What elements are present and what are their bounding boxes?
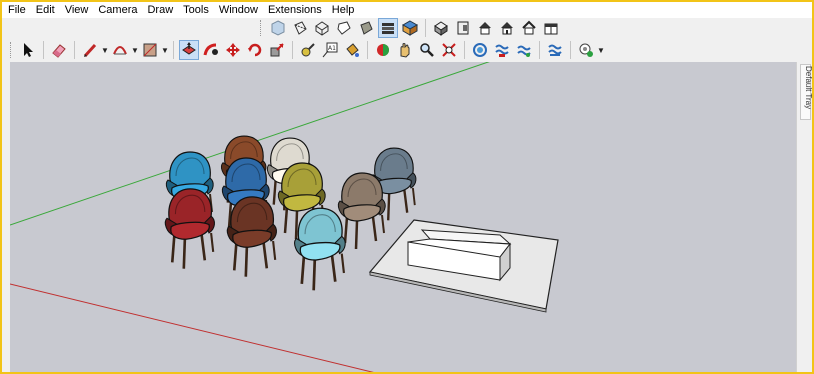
svg-text:A1: A1 (328, 45, 336, 52)
cyan-chair[interactable] (294, 207, 346, 291)
wireframe-icon[interactable] (312, 18, 332, 38)
toolbar-separator (464, 41, 465, 59)
geo-location-dropdown-icon[interactable]: ▼ (597, 40, 605, 60)
left-view-icon[interactable] (541, 18, 561, 38)
menu-tools[interactable]: Tools (177, 2, 213, 18)
menu-file[interactable]: File (2, 2, 30, 18)
zoom-icon[interactable] (417, 40, 437, 60)
default-tray-label: Default Tray (804, 66, 813, 110)
toolbar-separator (292, 41, 293, 59)
toolbar-separator (173, 41, 174, 59)
select-icon[interactable] (18, 40, 38, 60)
left-edge-strip (2, 62, 10, 372)
rotate-icon[interactable] (245, 40, 265, 60)
monochrome-icon[interactable] (400, 18, 420, 38)
layout-icon[interactable] (514, 40, 534, 60)
rectangle-icon[interactable] (140, 40, 160, 60)
red-chair[interactable] (164, 188, 215, 269)
xray-icon[interactable] (268, 18, 288, 38)
iso-view-icon[interactable] (431, 18, 451, 38)
main-toolbar: ▼ ▼ ▼ A1 ▼ (2, 38, 812, 63)
top-view-icon[interactable] (453, 18, 473, 38)
text-icon[interactable]: A1 (320, 40, 340, 60)
orbit-icon[interactable] (373, 40, 393, 60)
follow-me-icon[interactable] (201, 40, 221, 60)
toolbar-separator (570, 41, 571, 59)
arc-icon[interactable] (110, 40, 130, 60)
extension-warehouse-icon[interactable] (492, 40, 512, 60)
paint-bucket-icon[interactable] (342, 40, 362, 60)
push-pull-icon[interactable] (179, 40, 199, 60)
toolbar-grip[interactable] (260, 20, 263, 36)
tape-measure-icon[interactable] (298, 40, 318, 60)
shaded-icon[interactable] (356, 18, 376, 38)
hidden-line-icon[interactable] (334, 18, 354, 38)
model-viewport[interactable] (10, 62, 796, 372)
toolbar-separator (539, 41, 540, 59)
menu-window[interactable]: Window (213, 2, 262, 18)
eraser-icon[interactable] (49, 40, 69, 60)
scale-icon[interactable] (267, 40, 287, 60)
menu-draw[interactable]: Draw (141, 2, 177, 18)
toolbar-separator (367, 41, 368, 59)
warehouse-icon[interactable] (470, 40, 490, 60)
geo-location-icon[interactable] (576, 40, 596, 60)
scene-canvas (10, 62, 559, 372)
back-view-icon[interactable] (519, 18, 539, 38)
toolbar-separator (74, 41, 75, 59)
toolbar-separator (425, 19, 426, 37)
pencil-icon[interactable] (80, 40, 100, 60)
menu-help[interactable]: Help (326, 2, 359, 18)
shaded-textures-icon[interactable] (378, 18, 398, 38)
menu-bar: File Edit View Camera Draw Tools Window … (2, 2, 812, 18)
menu-view[interactable]: View (59, 2, 93, 18)
back-edges-icon[interactable] (290, 18, 310, 38)
red-axis (10, 283, 374, 372)
menu-camera[interactable]: Camera (92, 2, 141, 18)
menu-extensions[interactable]: Extensions (262, 2, 326, 18)
dark-brown-chair[interactable] (226, 196, 277, 277)
move-icon[interactable] (223, 40, 243, 60)
rectangle-dropdown-icon[interactable]: ▼ (161, 40, 169, 60)
pan-icon[interactable] (395, 40, 415, 60)
right-view-icon[interactable] (497, 18, 517, 38)
arc-dropdown-icon[interactable]: ▼ (131, 40, 139, 60)
styles-views-toolbar (2, 18, 812, 38)
menu-edit[interactable]: Edit (30, 2, 59, 18)
zoom-extents-icon[interactable] (439, 40, 459, 60)
toolbar-separator (43, 41, 44, 59)
toolbar-grip[interactable] (10, 42, 13, 58)
sandbox-icon[interactable] (545, 40, 565, 60)
front-view-icon[interactable] (475, 18, 495, 38)
taupe-chair[interactable] (337, 172, 386, 250)
pencil-dropdown-icon[interactable]: ▼ (101, 40, 109, 60)
